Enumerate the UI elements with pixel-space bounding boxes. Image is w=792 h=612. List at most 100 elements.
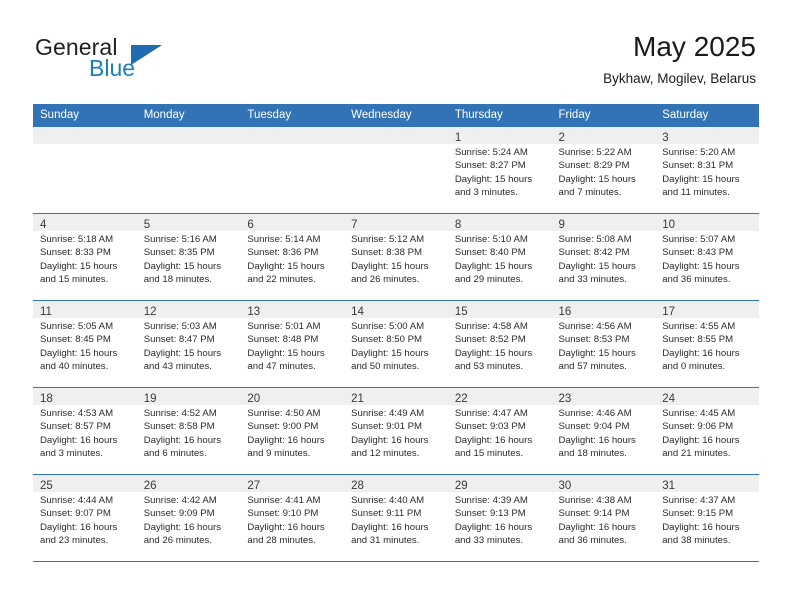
weekday-header-friday: Friday [551, 104, 656, 127]
calendar-day-cell[interactable]: 4 Sunrise: 5:18 AM Sunset: 8:33 PM Daylight… [33, 213, 137, 301]
day-cell-inner: 26 Sunrise: 4:42 AM Sunset: 9:09 PM Dayligh… [136, 475, 241, 561]
day-number: 9 [558, 219, 565, 231]
sunrise-text: Sunrise: 5:00 AM [351, 321, 425, 332]
calendar-day-cell[interactable]: 19 Sunrise: 4:52 AM Sunset: 8:58 PM Dayligh… [136, 387, 241, 475]
sunrise-text: Sunrise: 5:24 AM [454, 147, 528, 158]
sunset-text: Sunset: 8:48 PM [247, 334, 319, 346]
sunrise-text: Sunrise: 4:47 AM [454, 408, 528, 419]
daylight-text-line1: Daylight: 15 hours [143, 260, 222, 272]
calendar-day-cell[interactable]: 8 Sunrise: 5:10 AM Sunset: 8:40 PM Daylight… [447, 213, 552, 301]
sunrise-text: Sunrise: 5:14 AM [247, 234, 321, 245]
calendar-day-cell[interactable]: 18 Sunrise: 4:53 AM Sunset: 8:57 PM Dayligh… [33, 387, 137, 475]
calendar-day-cell[interactable]: 30 Sunrise: 4:38 AM Sunset: 9:14 PM Dayligh… [551, 474, 656, 562]
day-sun-info: Sunrise: 4:49 AM Sunset: 9:01 PM Daylight:… [344, 405, 448, 461]
calendar-day-cell[interactable]: 6 Sunrise: 5:14 AM Sunset: 8:36 PM Daylight… [240, 213, 345, 301]
calendar-week-row: 11 Sunrise: 5:05 AM Sunset: 8:45 PM Dayligh… [33, 300, 759, 388]
calendar-day-cell[interactable]: 14 Sunrise: 5:00 AM Sunset: 8:50 PM Dayligh… [344, 300, 448, 388]
calendar-day-cell[interactable]: 25 Sunrise: 4:44 AM Sunset: 9:07 PM Dayligh… [33, 474, 137, 562]
calendar-day-cell[interactable]: 29 Sunrise: 4:39 AM Sunset: 9:13 PM Dayligh… [447, 474, 552, 562]
daylight-text-line1: Daylight: 15 hours [454, 260, 533, 272]
sunset-text: Sunset: 8:35 PM [143, 247, 215, 259]
day-cell-inner: 30 Sunrise: 4:38 AM Sunset: 9:14 PM Dayligh… [551, 475, 656, 561]
day-cell-inner: 22 Sunrise: 4:47 AM Sunset: 9:03 PM Dayligh… [447, 388, 552, 474]
day-number: 23 [558, 393, 572, 405]
calendar-day-cell-empty [240, 126, 345, 214]
sunset-text: Sunset: 9:15 PM [662, 508, 734, 520]
day-sun-info: Sunrise: 4:55 AM Sunset: 8:55 PM Daylight:… [655, 318, 759, 374]
calendar-day-cell[interactable]: 5 Sunrise: 5:16 AM Sunset: 8:35 PM Daylight… [136, 213, 241, 301]
day-number: 7 [351, 219, 358, 231]
day-number-strip: 2 [551, 127, 656, 144]
calendar-day-cell[interactable]: 17 Sunrise: 4:55 AM Sunset: 8:55 PM Dayligh… [655, 300, 759, 388]
weekday-header-monday: Monday [136, 104, 241, 127]
day-number: 4 [40, 219, 47, 231]
day-cell-inner: 4 Sunrise: 5:18 AM Sunset: 8:33 PM Daylight… [33, 214, 137, 300]
calendar-day-cell[interactable]: 22 Sunrise: 4:47 AM Sunset: 9:03 PM Dayligh… [447, 387, 552, 475]
daylight-text-line2: and 0 minutes. [662, 361, 726, 373]
calendar-day-cell[interactable]: 9 Sunrise: 5:08 AM Sunset: 8:42 PM Daylight… [551, 213, 656, 301]
day-sun-info: Sunrise: 5:03 AM Sunset: 8:47 PM Daylight:… [137, 318, 241, 374]
daylight-text-line2: and 9 minutes. [247, 448, 311, 460]
daylight-text-line1: Daylight: 16 hours [351, 434, 429, 446]
daylight-text-line2: and 21 minutes. [662, 448, 731, 460]
calendar-day-cell[interactable]: 12 Sunrise: 5:03 AM Sunset: 8:47 PM Dayligh… [136, 300, 241, 388]
calendar-day-cell[interactable]: 26 Sunrise: 4:42 AM Sunset: 9:09 PM Dayligh… [136, 474, 241, 562]
calendar-day-cell[interactable]: 10 Sunrise: 5:07 AM Sunset: 8:43 PM Dayligh… [655, 213, 759, 301]
sunrise-text: Sunrise: 4:58 AM [454, 321, 528, 332]
calendar-day-cell[interactable]: 23 Sunrise: 4:46 AM Sunset: 9:04 PM Dayligh… [551, 387, 656, 475]
day-sun-info: Sunrise: 4:45 AM Sunset: 9:06 PM Daylight:… [655, 405, 759, 461]
day-number-strip [344, 127, 448, 144]
daylight-text-line2: and 15 minutes. [40, 274, 109, 286]
daylight-text-line2: and 33 minutes. [454, 535, 524, 547]
calendar-day-cell[interactable]: 16 Sunrise: 4:56 AM Sunset: 8:53 PM Dayligh… [551, 300, 656, 388]
day-number-strip: 25 [33, 475, 137, 492]
day-sun-info: Sunrise: 4:46 AM Sunset: 9:04 PM Daylight:… [552, 405, 656, 461]
sunset-text: Sunset: 9:03 PM [454, 421, 526, 433]
daylight-text-line2: and 22 minutes. [247, 274, 316, 286]
daylight-text-line2: and 7 minutes. [558, 187, 622, 199]
day-cell-inner: 9 Sunrise: 5:08 AM Sunset: 8:42 PM Daylight… [551, 214, 656, 300]
day-sun-info: Sunrise: 5:10 AM Sunset: 8:40 PM Daylight:… [448, 231, 552, 287]
daylight-text-line1: Daylight: 16 hours [40, 521, 118, 533]
day-number: 11 [40, 306, 52, 318]
day-number: 13 [247, 306, 261, 318]
calendar-day-cell[interactable]: 24 Sunrise: 4:45 AM Sunset: 9:06 PM Dayligh… [655, 387, 759, 475]
day-number-strip: 5 [136, 214, 241, 231]
day-cell-inner: 10 Sunrise: 5:07 AM Sunset: 8:43 PM Dayligh… [655, 214, 759, 300]
day-sun-info: Sunrise: 4:38 AM Sunset: 9:14 PM Daylight:… [552, 492, 656, 548]
daylight-text-line1: Daylight: 16 hours [662, 434, 740, 446]
calendar-day-cell[interactable]: 1 Sunrise: 5:24 AM Sunset: 8:27 PM Daylight… [447, 126, 552, 214]
page-header: General Blue May 2025 Bykhaw, Mogilev, B… [0, 0, 792, 100]
calendar-day-cell[interactable]: 7 Sunrise: 5:12 AM Sunset: 8:38 PM Daylight… [344, 213, 448, 301]
day-number-strip: 3 [655, 127, 759, 144]
general-blue-logo[interactable]: General Blue [35, 34, 215, 86]
daylight-text-line1: Daylight: 15 hours [662, 260, 740, 272]
daylight-text-line1: Daylight: 15 hours [351, 347, 429, 359]
sunrise-text: Sunrise: 5:05 AM [40, 321, 114, 332]
calendar-day-cell[interactable]: 13 Sunrise: 5:01 AM Sunset: 8:48 PM Dayligh… [240, 300, 345, 388]
day-cell-inner: 31 Sunrise: 4:37 AM Sunset: 9:15 PM Dayligh… [655, 475, 759, 561]
calendar-day-cell[interactable]: 27 Sunrise: 4:41 AM Sunset: 9:10 PM Dayligh… [240, 474, 345, 562]
day-cell-inner [136, 127, 241, 213]
day-sun-info: Sunrise: 4:40 AM Sunset: 9:11 PM Daylight:… [344, 492, 448, 548]
day-sun-info: Sunrise: 5:07 AM Sunset: 8:43 PM Daylight:… [655, 231, 759, 287]
calendar-day-cell[interactable]: 21 Sunrise: 4:49 AM Sunset: 9:01 PM Dayligh… [344, 387, 448, 475]
day-number: 28 [351, 480, 364, 492]
calendar-day-cell[interactable]: 2 Sunrise: 5:22 AM Sunset: 8:29 PM Daylight… [551, 126, 656, 214]
day-number: 2 [558, 132, 565, 144]
calendar-day-cell[interactable]: 11 Sunrise: 5:05 AM Sunset: 8:45 PM Dayligh… [33, 300, 137, 388]
calendar-day-cell[interactable]: 28 Sunrise: 4:40 AM Sunset: 9:11 PM Dayligh… [344, 474, 448, 562]
sunset-text: Sunset: 8:27 PM [454, 160, 526, 172]
sunset-text: Sunset: 9:04 PM [558, 421, 630, 433]
calendar-day-cell[interactable]: 31 Sunrise: 4:37 AM Sunset: 9:15 PM Dayligh… [655, 474, 759, 562]
day-cell-inner: 5 Sunrise: 5:16 AM Sunset: 8:35 PM Daylight… [136, 214, 241, 300]
day-cell-inner: 19 Sunrise: 4:52 AM Sunset: 8:58 PM Dayligh… [136, 388, 241, 474]
calendar-day-cell-empty [344, 126, 448, 214]
calendar-day-cell[interactable]: 3 Sunrise: 5:20 AM Sunset: 8:31 PM Daylight… [655, 126, 759, 214]
daylight-text-line1: Daylight: 15 hours [558, 260, 636, 272]
day-number-strip: 7 [344, 214, 448, 231]
day-number-strip: 1 [447, 127, 552, 144]
calendar-day-cell[interactable]: 20 Sunrise: 4:50 AM Sunset: 9:00 PM Dayligh… [240, 387, 345, 475]
calendar-day-cell[interactable]: 15 Sunrise: 4:58 AM Sunset: 8:52 PM Dayligh… [447, 300, 552, 388]
day-sun-info: Sunrise: 5:14 AM Sunset: 8:36 PM Daylight:… [240, 231, 344, 287]
